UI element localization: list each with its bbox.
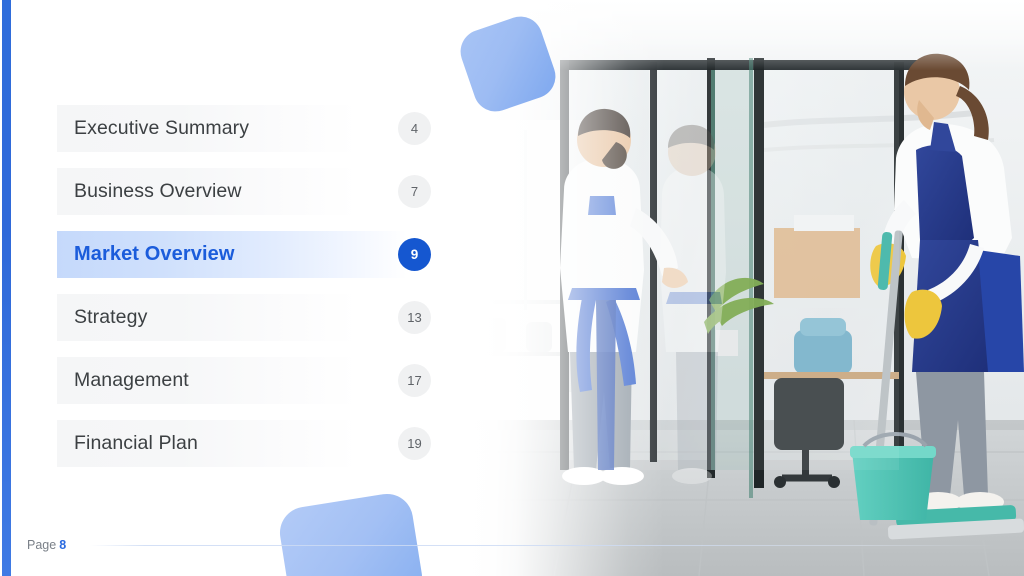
page-label: Page — [27, 538, 57, 552]
toc-item-label: Strategy — [74, 306, 148, 328]
toc-item-label: Executive Summary — [74, 117, 250, 139]
toc-item-page-badge: 13 — [398, 301, 431, 334]
toc-item-page-badge: 9 — [398, 238, 431, 271]
left-accent-bar — [2, 0, 11, 576]
toc-item-page-badge: 7 — [398, 175, 431, 208]
footer-divider — [90, 544, 997, 546]
toc-item-strategy[interactable]: Strategy 13 — [57, 294, 435, 341]
toc-item-label: Management — [74, 369, 189, 391]
toc-item-management[interactable]: Management 17 — [57, 357, 435, 404]
slide-footer: Page 8 — [27, 538, 997, 552]
toc-item-page-badge: 4 — [398, 112, 431, 145]
toc-item-business-overview[interactable]: Business Overview 7 — [57, 168, 435, 215]
rounded-square-bottom-decoration — [276, 490, 426, 576]
page-indicator: Page 8 — [27, 538, 66, 552]
slide-canvas: Executive Summary 4 Business Overview 7 … — [0, 0, 1024, 576]
toc-item-executive-summary[interactable]: Executive Summary 4 — [57, 105, 435, 152]
toc-item-market-overview[interactable]: Market Overview 9 — [57, 231, 435, 278]
toc-item-page-badge: 19 — [398, 427, 431, 460]
table-of-contents: Executive Summary 4 Business Overview 7 … — [57, 105, 435, 467]
toc-item-label: Business Overview — [74, 180, 242, 202]
toc-item-label: Market Overview — [74, 243, 235, 265]
toc-item-page-badge: 17 — [398, 364, 431, 397]
toc-item-financial-plan[interactable]: Financial Plan 19 — [57, 420, 435, 467]
page-number: 8 — [59, 538, 67, 552]
toc-item-label: Financial Plan — [74, 432, 198, 454]
